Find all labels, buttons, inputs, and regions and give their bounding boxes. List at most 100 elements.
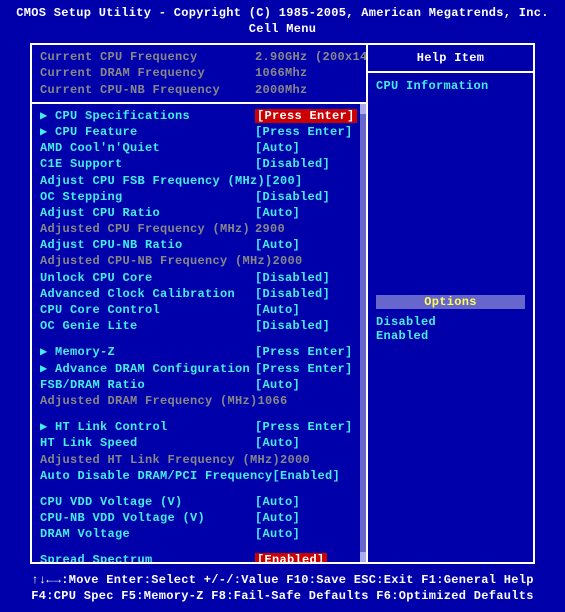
setting-row[interactable]: Auto Disable DRAM/PCI Frequency[Enabled]: [40, 468, 358, 484]
setting-label: Advanced Clock Calibration: [40, 286, 255, 302]
setting-value: [200]: [265, 173, 358, 189]
setting-row[interactable]: CPU VDD Voltage (V)[Auto]: [40, 494, 358, 510]
setting-label: Unlock CPU Core: [40, 270, 255, 286]
status-cpu-freq: Current CPU Frequency 2.90GHz (200x14.5): [40, 49, 358, 65]
setting-label: CPU Core Control: [40, 302, 255, 318]
setting-row[interactable]: CPU-NB VDD Voltage (V)[Auto]: [40, 510, 358, 526]
setting-row[interactable]: AMD Cool'n'Quiet[Auto]: [40, 140, 358, 156]
setting-row: Adjusted DRAM Frequency (MHz)1066: [40, 393, 358, 409]
setting-row[interactable]: ▶ CPU Feature[Press Enter]: [40, 124, 358, 140]
sections-container: ▶ CPU Specifications[Press Enter]▶ CPU F…: [40, 108, 358, 562]
setting-value: [Press Enter]: [255, 344, 358, 360]
setting-label: CPU-NB VDD Voltage (V): [40, 510, 255, 526]
setting-label: ▶ Memory-Z: [40, 344, 255, 360]
setting-row[interactable]: HT Link Speed[Auto]: [40, 435, 358, 451]
setting-row[interactable]: ▶ HT Link Control[Press Enter]: [40, 419, 358, 435]
setting-label: AMD Cool'n'Quiet: [40, 140, 255, 156]
settings-panel: Current CPU Frequency 2.90GHz (200x14.5)…: [32, 45, 368, 561]
setting-value: [Auto]: [255, 377, 358, 393]
status-value: 2.90GHz (200x14.5): [255, 49, 368, 65]
footer-line2: F4:CPU Spec F5:Memory-Z F8:Fail-Safe Def…: [0, 588, 565, 604]
footer-help: ↑↓←→:Move Enter:Select +/-/:Value F10:Sa…: [0, 568, 565, 612]
scroll-thumb[interactable]: [360, 114, 366, 552]
setting-label: Adjusted HT Link Frequency (MHz): [40, 452, 280, 468]
setting-value: [Press Enter]: [255, 124, 358, 140]
setting-label: Adjusted CPU Frequency (MHz): [40, 221, 255, 237]
title-bar: CMOS Setup Utility - Copyright (C) 1985-…: [0, 0, 565, 41]
setting-value: [Auto]: [255, 526, 358, 542]
setting-row[interactable]: Unlock CPU Core[Disabled]: [40, 270, 358, 286]
status-box: Current CPU Frequency 2.90GHz (200x14.5)…: [32, 45, 366, 104]
status-value: 1066Mhz: [255, 65, 358, 81]
setting-label: Adjust CPU-NB Ratio: [40, 237, 255, 253]
setting-label: Auto Disable DRAM/PCI Frequency: [40, 468, 273, 484]
help-panel: Help Item CPU Information Options Disabl…: [368, 45, 533, 561]
setting-row[interactable]: FSB/DRAM Ratio[Auto]: [40, 377, 358, 393]
status-value: 2000Mhz: [255, 82, 358, 98]
setting-label: CPU VDD Voltage (V): [40, 494, 255, 510]
scrollbar[interactable]: [360, 104, 366, 562]
setting-label: ▶ CPU Feature: [40, 124, 255, 140]
help-title: Help Item: [368, 45, 533, 73]
setting-value: [Press Enter]: [255, 361, 358, 377]
setting-row: Adjusted CPU Frequency (MHz)2900: [40, 221, 358, 237]
bios-window: CMOS Setup Utility - Copyright (C) 1985-…: [0, 0, 565, 612]
setting-row[interactable]: Adjust CPU Ratio[Auto]: [40, 205, 358, 221]
setting-value: 2000: [280, 452, 358, 468]
setting-label: Adjusted CPU-NB Frequency (MHz): [40, 253, 273, 269]
title-line1: CMOS Setup Utility - Copyright (C) 1985-…: [0, 6, 565, 22]
setting-label: Adjust CPU FSB Frequency (MHz): [40, 173, 265, 189]
scroll-down-arrow[interactable]: [360, 552, 366, 562]
setting-value: [Auto]: [255, 237, 358, 253]
settings-list[interactable]: ▶ CPU Specifications[Press Enter]▶ CPU F…: [32, 104, 366, 562]
scroll-up-arrow[interactable]: [360, 104, 366, 114]
setting-value: [Enabled]: [255, 552, 358, 561]
setting-row[interactable]: OC Stepping[Disabled]: [40, 189, 358, 205]
option-item: Disabled: [376, 315, 525, 329]
setting-row[interactable]: Adjust CPU-NB Ratio[Auto]: [40, 237, 358, 253]
setting-label: HT Link Speed: [40, 435, 255, 451]
setting-value: [Auto]: [255, 205, 358, 221]
setting-label: ▶ Advance DRAM Configuration: [40, 361, 255, 377]
footer-line1: ↑↓←→:Move Enter:Select +/-/:Value F10:Sa…: [0, 572, 565, 588]
setting-label: FSB/DRAM Ratio: [40, 377, 255, 393]
setting-value: [Disabled]: [255, 156, 358, 172]
setting-row[interactable]: Adjust CPU FSB Frequency (MHz)[200]: [40, 173, 358, 189]
title-line2: Cell Menu: [0, 22, 565, 38]
status-label: Current CPU Frequency: [40, 49, 255, 65]
section-gap: [40, 484, 358, 494]
setting-value: [Disabled]: [255, 318, 358, 334]
setting-row[interactable]: C1E Support[Disabled]: [40, 156, 358, 172]
status-label: Current DRAM Frequency: [40, 65, 255, 81]
setting-row[interactable]: ▶ CPU Specifications[Press Enter]: [40, 108, 358, 124]
setting-value: [Press Enter]: [255, 108, 358, 124]
setting-value: [Auto]: [255, 494, 358, 510]
setting-row[interactable]: ▶ Advance DRAM Configuration[Press Enter…: [40, 361, 358, 377]
setting-label: ▶ HT Link Control: [40, 419, 255, 435]
setting-label: Adjusted DRAM Frequency (MHz): [40, 393, 258, 409]
section-gap: [40, 409, 358, 419]
setting-value: [Auto]: [255, 302, 358, 318]
setting-label: Adjust CPU Ratio: [40, 205, 255, 221]
setting-value: [Enabled]: [273, 468, 358, 484]
options-header: Options: [376, 295, 525, 309]
setting-label: C1E Support: [40, 156, 255, 172]
setting-value: 1066: [258, 393, 358, 409]
setting-row: Adjusted CPU-NB Frequency (MHz)2000: [40, 253, 358, 269]
setting-row[interactable]: ▶ Memory-Z[Press Enter]: [40, 344, 358, 360]
setting-value: 2000: [273, 253, 358, 269]
setting-row[interactable]: CPU Core Control[Auto]: [40, 302, 358, 318]
setting-row[interactable]: DRAM Voltage[Auto]: [40, 526, 358, 542]
setting-value: [Press Enter]: [255, 419, 358, 435]
setting-value: [Disabled]: [255, 189, 358, 205]
status-dram-freq: Current DRAM Frequency 1066Mhz: [40, 65, 358, 81]
section-gap: [40, 334, 358, 344]
setting-row[interactable]: OC Genie Lite[Disabled]: [40, 318, 358, 334]
setting-label: DRAM Voltage: [40, 526, 255, 542]
setting-value: 2900: [255, 221, 358, 237]
setting-row[interactable]: Spread Spectrum[Enabled]: [40, 552, 358, 561]
setting-row[interactable]: Advanced Clock Calibration[Disabled]: [40, 286, 358, 302]
setting-value: [Auto]: [255, 140, 358, 156]
setting-value: [Disabled]: [255, 270, 358, 286]
setting-value: [Disabled]: [255, 286, 358, 302]
